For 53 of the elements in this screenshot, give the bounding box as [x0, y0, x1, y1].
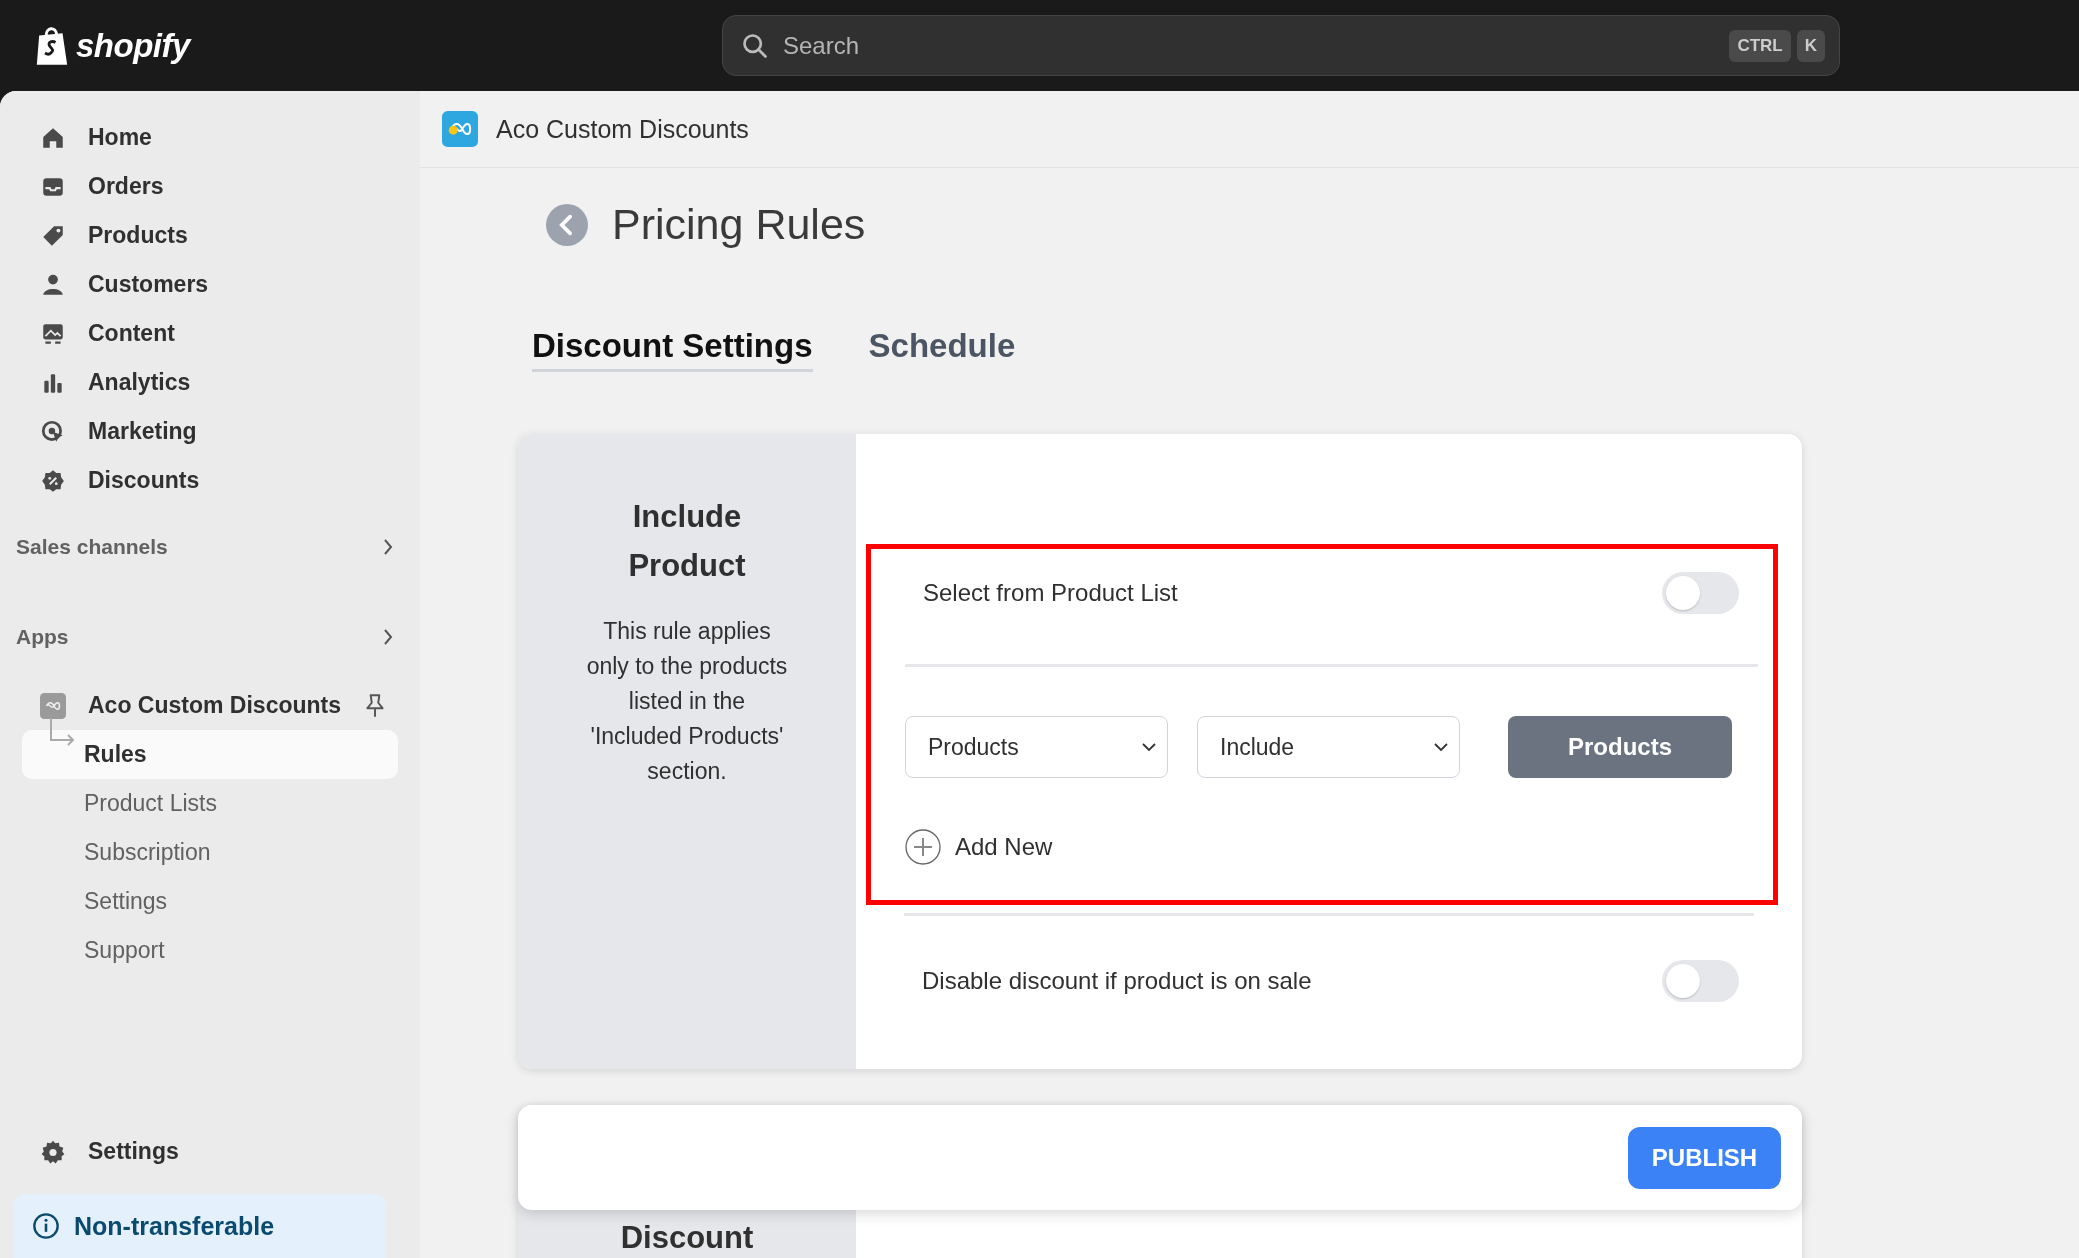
search-field[interactable]: Search [781, 30, 1718, 61]
tab[interactable]: Schedule [868, 327, 1016, 372]
search-bar[interactable]: Search CTRL K [722, 15, 1840, 76]
app-logo-icon [442, 111, 478, 147]
tab[interactable]: Discount Settings [532, 327, 813, 372]
toggle-label: Select from Product List [923, 579, 1178, 607]
add-new-button[interactable]: Add New [905, 829, 1053, 865]
rule-title: Include Product [627, 498, 747, 585]
info-icon [32, 1212, 60, 1240]
section-link[interactable]: Apps [0, 617, 420, 657]
card-title: Discount [620, 1219, 754, 1257]
rule-description: This rule applies only to the products listed in the 'Included Products' section. [585, 617, 789, 786]
toggle-switch[interactable] [1662, 960, 1739, 1002]
app-subitem[interactable]: Product Lists [22, 779, 398, 828]
pin-icon[interactable] [364, 692, 386, 719]
app-subitem[interactable]: Settings [22, 877, 398, 926]
nav-item[interactable]: Marketing [0, 407, 420, 456]
publish-button[interactable]: PUBLISH [1628, 1126, 1781, 1189]
nav-item[interactable]: Content [0, 309, 420, 358]
app-subitem[interactable]: Subscription [22, 828, 398, 877]
field-select[interactable]: Products [905, 716, 1168, 778]
nav-item[interactable]: Analytics [0, 358, 420, 407]
toggle-switch[interactable] [1662, 572, 1739, 614]
app-subitem[interactable]: Rules [22, 730, 398, 779]
app-item[interactable]: Aco Custom Discounts [0, 681, 420, 730]
products-button[interactable]: Products [1508, 716, 1732, 778]
search-icon [741, 31, 769, 60]
chevron-right-icon [382, 627, 394, 647]
logo-wordmark[interactable]: shopify [76, 26, 190, 65]
settings-icon [40, 1138, 66, 1165]
nav-item[interactable]: Orders [0, 162, 420, 211]
settings-link[interactable]: Settings [0, 1127, 420, 1176]
toggle-label: Disable discount if product is on sale [922, 967, 1312, 995]
plus-icon [905, 829, 941, 865]
nav-item[interactable]: Discounts [0, 456, 420, 505]
notice-banner[interactable]: Non-transferable [14, 1194, 386, 1258]
back-icon[interactable] [546, 203, 588, 246]
nav-item[interactable]: Products [0, 211, 420, 260]
chevron-right-icon [382, 537, 394, 557]
nav-item[interactable]: Customers [0, 260, 420, 309]
app-title: Aco Custom Discounts [496, 114, 749, 144]
app-subitem[interactable]: Support [22, 926, 398, 975]
shopping-bag-icon [34, 24, 70, 67]
section-link[interactable]: Sales channels [0, 527, 420, 567]
nav-item[interactable]: Home [0, 113, 420, 162]
caret-icon [1141, 742, 1157, 752]
shortcut-key: CTRL [1729, 29, 1791, 62]
page-title: Pricing Rules [612, 200, 866, 249]
shortcut-key: K [1796, 29, 1825, 62]
app-icon [40, 692, 66, 719]
operator-select[interactable]: Include [1197, 716, 1460, 778]
notice-text: Non-transferable [74, 1211, 275, 1241]
caret-icon [1433, 742, 1449, 752]
